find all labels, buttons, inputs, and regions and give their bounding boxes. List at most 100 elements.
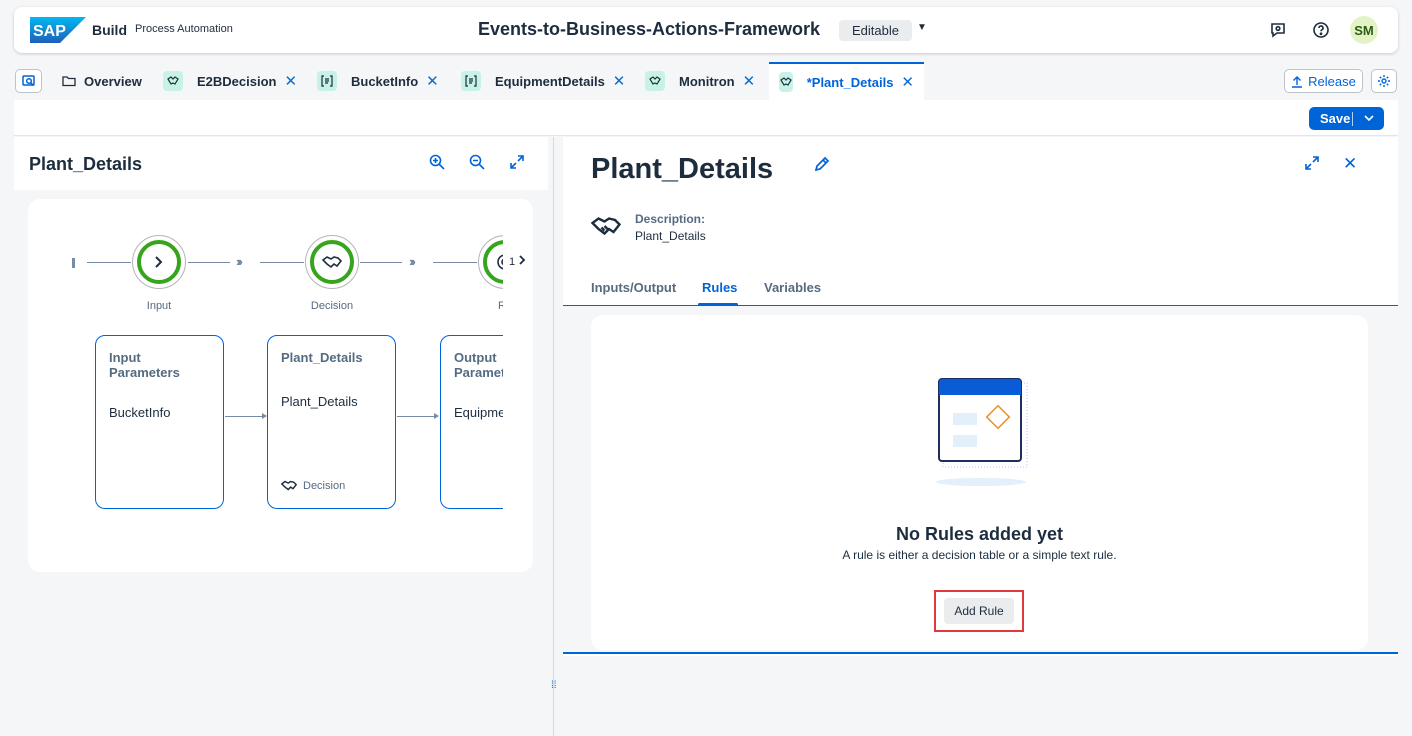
- node-input[interactable]: [132, 235, 186, 289]
- gear-icon: [1378, 75, 1390, 87]
- tab-overview[interactable]: Overview: [62, 62, 142, 100]
- left-panel-header: Plant_Details: [14, 137, 548, 190]
- detail-panel-footer-area: [563, 656, 1398, 736]
- tab-plant-details[interactable]: *Plant_Details ✕: [769, 62, 924, 100]
- description-value: Plant_Details: [635, 229, 706, 243]
- connector: [225, 416, 263, 417]
- drag-handle-icon[interactable]: ⁞⁞: [551, 681, 557, 700]
- folder-icon: [62, 76, 76, 87]
- caret-down-icon[interactable]: ▼: [917, 22, 927, 33]
- close-icon[interactable]: ✕: [284, 72, 297, 90]
- tab-bucketinfo[interactable]: BucketInfo ✕: [317, 62, 439, 100]
- feedback-icon[interactable]: [1269, 21, 1289, 41]
- handshake-icon: [590, 213, 622, 244]
- tab-inputs-output[interactable]: Inputs/Output: [591, 280, 676, 295]
- process-flow-card: Input ››› Decision ››› Re Input Paramete…: [28, 199, 533, 572]
- fit-screen-icon[interactable]: [509, 154, 527, 172]
- connector: [188, 262, 230, 263]
- close-icon[interactable]: ✕: [743, 72, 756, 90]
- sap-logo[interactable]: SAP: [30, 17, 86, 43]
- flow-scroll-next[interactable]: 1: [509, 255, 526, 268]
- node-label-decision: Decision: [310, 300, 354, 312]
- tab-label: EquipmentDetails: [495, 73, 605, 89]
- box-footer: Decision: [281, 479, 345, 492]
- build-label: Build: [92, 22, 127, 38]
- close-icon[interactable]: ✕: [426, 72, 439, 90]
- connector: [360, 262, 402, 263]
- status-badge[interactable]: Editable: [839, 20, 912, 41]
- connector: [260, 262, 304, 263]
- arrow-icon: [434, 413, 439, 419]
- chevron-right-icon: [155, 256, 163, 268]
- editor-toolbar: Save: [14, 100, 1398, 136]
- add-rule-button[interactable]: Add Rule: [944, 598, 1014, 624]
- detail-tabs: Inputs/Output Rules Variables: [563, 272, 1398, 306]
- box-title: Input Parameters: [109, 350, 180, 380]
- connector: [433, 262, 477, 263]
- connector: [87, 262, 131, 263]
- release-button[interactable]: Release: [1284, 69, 1363, 93]
- tab-monitron[interactable]: Monitron ✕: [645, 62, 755, 100]
- detail-panel: Plant_Details ✕ Description: Plant_Detai…: [563, 137, 1398, 736]
- box-title: Output Paramet: [454, 350, 503, 380]
- node-label-input: Input: [146, 300, 172, 312]
- close-icon[interactable]: ✕: [901, 73, 914, 91]
- empty-rules-illustration-icon: [936, 378, 1028, 486]
- empty-state-title: No Rules added yet: [895, 524, 1064, 544]
- start-marker: [72, 258, 75, 268]
- tab-bar: Overview E2BDecision ✕ BucketInfo ✕ Equi…: [0, 62, 1412, 100]
- handshake-icon: [322, 256, 342, 269]
- zoom-in-icon[interactable]: [429, 154, 447, 172]
- detail-title: Plant_Details: [591, 153, 774, 185]
- tab-label: BucketInfo: [351, 73, 419, 89]
- tab-variables[interactable]: Variables: [764, 280, 821, 295]
- target-icon: [497, 254, 503, 270]
- release-label: Release: [1308, 73, 1356, 89]
- tab-search-button[interactable]: [15, 69, 42, 93]
- chevron-down-icon[interactable]: [1353, 113, 1384, 125]
- tab-label: E2BDecision: [197, 73, 277, 89]
- upload-icon: [1292, 75, 1303, 88]
- decision-box[interactable]: Plant_Details Plant_Details Decision: [267, 335, 396, 509]
- description-label: Description:: [635, 212, 706, 226]
- edit-icon[interactable]: [813, 155, 831, 178]
- data-type-icon: [461, 71, 481, 91]
- box-value: Equipme: [454, 405, 503, 420]
- output-parameters-box[interactable]: Output Paramet Equipme: [440, 335, 503, 509]
- node-label-result: Re: [497, 300, 503, 312]
- flow-viewport: Input ››› Decision ››› Re Input Paramete…: [28, 199, 503, 572]
- flow-chevrons-icon: ›››: [236, 254, 243, 269]
- expand-icon[interactable]: [1304, 155, 1320, 176]
- svg-text:SAP: SAP: [33, 23, 66, 40]
- overflow-count: 1: [509, 256, 516, 268]
- tab-rules[interactable]: Rules: [702, 280, 737, 295]
- connector: [397, 416, 435, 417]
- splitter[interactable]: [553, 137, 554, 736]
- decision-icon: [645, 71, 665, 91]
- shell-bar: SAP Build Process Automation Events-to-B…: [14, 7, 1398, 53]
- help-icon[interactable]: [1312, 21, 1332, 41]
- data-type-icon: [317, 71, 337, 91]
- tab-e2bdecision[interactable]: E2BDecision ✕: [163, 62, 297, 100]
- tab-label: Overview: [84, 73, 142, 89]
- tab-equipmentdetails[interactable]: EquipmentDetails ✕: [461, 62, 625, 100]
- save-label: Save: [1320, 111, 1351, 126]
- close-icon[interactable]: ✕: [613, 72, 626, 90]
- box-value: Plant_Details: [281, 394, 358, 409]
- box-footer-label: Decision: [303, 479, 346, 492]
- node-result[interactable]: [478, 235, 503, 289]
- empty-state-subtitle: A rule is either a decision table or a s…: [842, 548, 1117, 562]
- left-panel-title: Plant_Details: [29, 154, 143, 174]
- flow-chevrons-icon: ›››: [409, 254, 416, 269]
- rules-area: No Rules added yet A rule is either a de…: [563, 306, 1398, 654]
- settings-button[interactable]: [1371, 69, 1397, 93]
- avatar[interactable]: SM: [1350, 16, 1378, 44]
- zoom-out-icon[interactable]: [469, 154, 487, 172]
- chevron-right-icon: [519, 255, 526, 265]
- save-button[interactable]: Save: [1309, 107, 1384, 130]
- close-icon[interactable]: ✕: [1343, 154, 1357, 174]
- node-decision[interactable]: [305, 235, 359, 289]
- tab-label: Monitron: [679, 73, 735, 89]
- rules-empty-state: No Rules added yet A rule is either a de…: [591, 315, 1368, 650]
- input-parameters-box[interactable]: Input Parameters BucketInfo: [95, 335, 224, 509]
